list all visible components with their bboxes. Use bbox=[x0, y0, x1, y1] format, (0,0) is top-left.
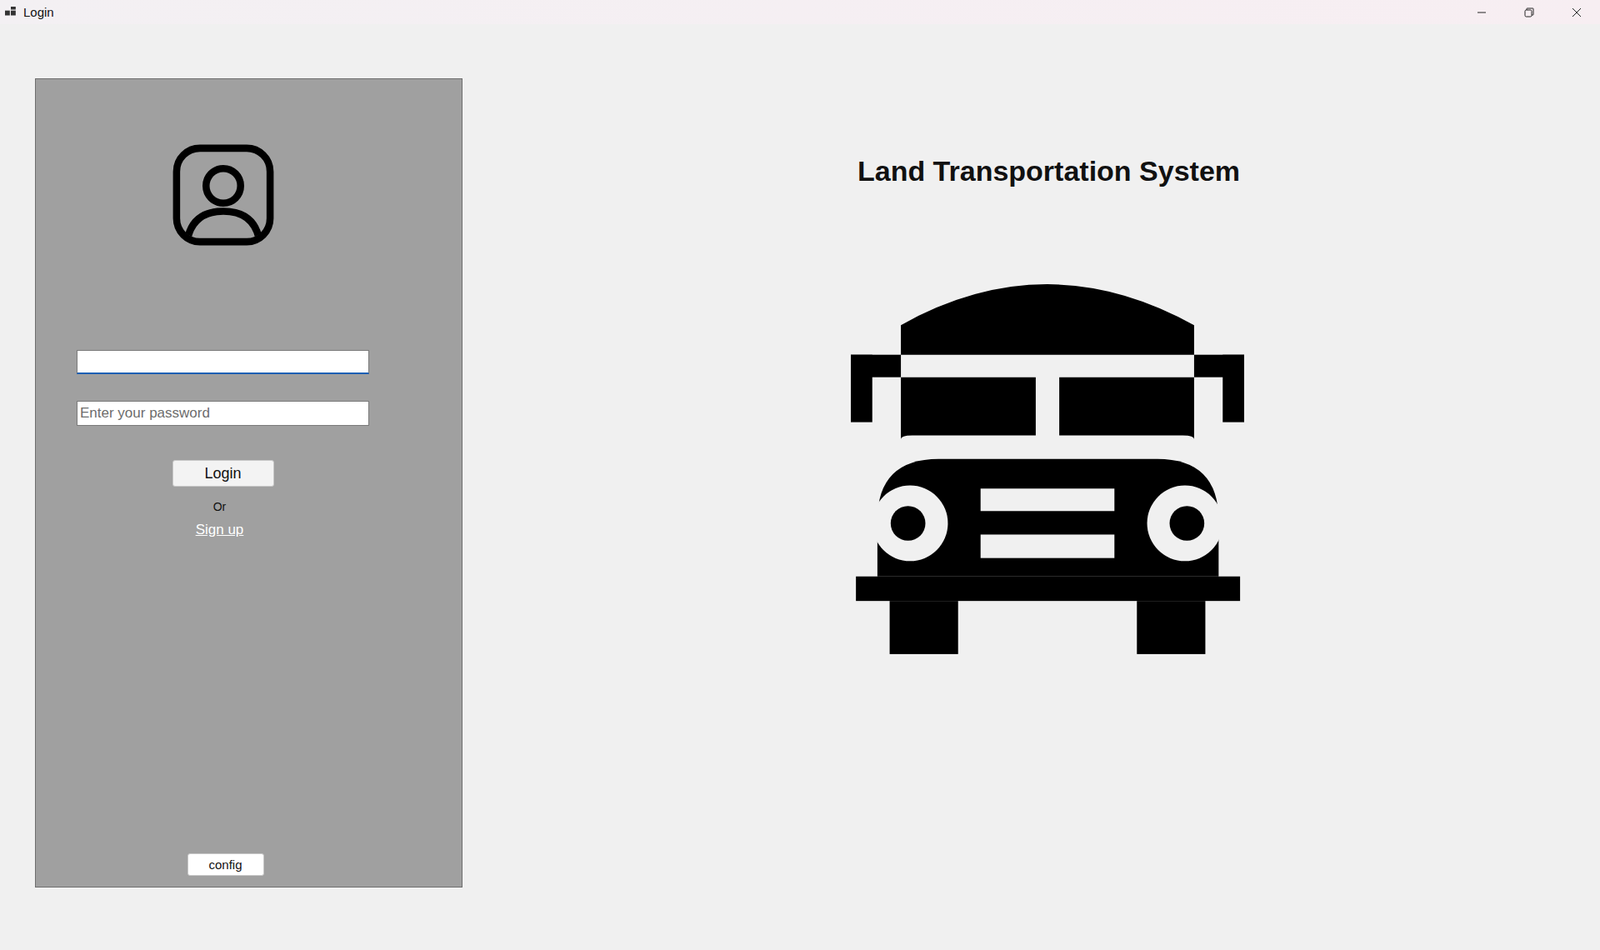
app-icon bbox=[5, 6, 17, 19]
bus-icon bbox=[850, 284, 1245, 655]
close-icon bbox=[1571, 7, 1582, 18]
login-window: Login Login Or Sign up config Land Transporta… bbox=[0, 0, 1600, 950]
window-title: Login bbox=[23, 5, 55, 20]
close-button[interactable] bbox=[1552, 0, 1600, 25]
separator-text: Or bbox=[213, 500, 227, 514]
user-icon bbox=[172, 144, 275, 246]
signup-link[interactable]: Sign up bbox=[195, 521, 245, 539]
username-input[interactable] bbox=[76, 350, 370, 375]
minimize-icon bbox=[1476, 7, 1487, 18]
login-panel: Login Or Sign up config bbox=[35, 78, 463, 888]
password-input[interactable] bbox=[76, 400, 370, 426]
minimize-button[interactable] bbox=[1457, 0, 1505, 25]
restore-icon bbox=[1524, 7, 1535, 18]
restore-button[interactable] bbox=[1505, 0, 1553, 25]
brand-area: Land Transportation System bbox=[462, 78, 1600, 950]
config-button[interactable]: config bbox=[187, 853, 265, 876]
app-title: Land Transportation System bbox=[857, 155, 1240, 188]
title-bar: Login bbox=[0, 0, 1600, 25]
login-button[interactable]: Login bbox=[172, 460, 275, 487]
